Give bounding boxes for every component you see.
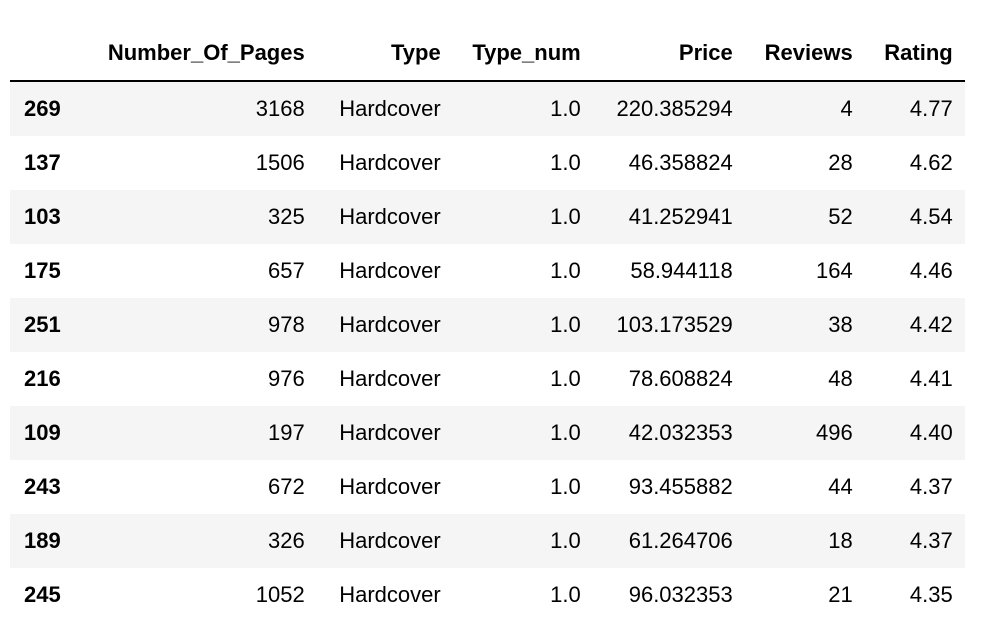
table-row: 137 1506 Hardcover 1.0 46.358824 28 4.62 bbox=[10, 136, 965, 190]
cell-reviews: 48 bbox=[828, 366, 853, 391]
cell-type: Hardcover bbox=[339, 96, 441, 121]
cell-price: 220.385294 bbox=[616, 96, 733, 121]
cell-price: 61.264706 bbox=[628, 528, 733, 553]
cell-type: Hardcover bbox=[339, 420, 441, 445]
row-index: 251 bbox=[24, 312, 61, 337]
cell-type: Hardcover bbox=[339, 528, 441, 553]
cell-number-of-pages: 325 bbox=[268, 204, 305, 229]
cell-type: Hardcover bbox=[339, 258, 441, 283]
cell-type-num: 1.0 bbox=[550, 582, 581, 607]
cell-type-num: 1.0 bbox=[550, 474, 581, 499]
cell-reviews: 52 bbox=[828, 204, 853, 229]
cell-price: 96.032353 bbox=[628, 582, 733, 607]
cell-number-of-pages: 672 bbox=[268, 474, 305, 499]
row-index: 103 bbox=[24, 204, 61, 229]
cell-rating: 4.41 bbox=[909, 366, 953, 391]
cell-reviews: 164 bbox=[816, 258, 853, 283]
cell-rating: 4.46 bbox=[909, 258, 953, 283]
row-index: 245 bbox=[24, 582, 61, 607]
cell-price: 58.944118 bbox=[630, 258, 733, 283]
row-index: 175 bbox=[24, 258, 61, 283]
cell-type-num: 1.0 bbox=[550, 420, 581, 445]
cell-number-of-pages: 197 bbox=[268, 420, 305, 445]
table-row: 216 976 Hardcover 1.0 78.608824 48 4.41 bbox=[10, 352, 965, 406]
cell-rating: 4.35 bbox=[909, 582, 953, 607]
cell-number-of-pages: 978 bbox=[268, 312, 305, 337]
cell-number-of-pages: 1506 bbox=[255, 150, 305, 175]
row-index: 243 bbox=[24, 474, 61, 499]
header-rating: Rating bbox=[864, 26, 965, 82]
cell-rating: 4.40 bbox=[909, 420, 953, 445]
cell-number-of-pages: 326 bbox=[268, 528, 305, 553]
cell-reviews: 21 bbox=[828, 582, 853, 607]
table-header: Number_Of_Pages Type Type_num Price Revi… bbox=[10, 26, 965, 82]
table-row: 251 978 Hardcover 1.0 103.173529 38 4.42 bbox=[10, 298, 965, 352]
cell-type-num: 1.0 bbox=[550, 150, 581, 175]
cell-rating: 4.54 bbox=[909, 204, 953, 229]
cell-number-of-pages: 976 bbox=[268, 366, 305, 391]
cell-reviews: 44 bbox=[828, 474, 853, 499]
dataframe-table: Number_Of_Pages Type Type_num Price Revi… bbox=[10, 26, 965, 622]
cell-reviews: 28 bbox=[828, 150, 853, 175]
cell-price: 42.032353 bbox=[628, 420, 733, 445]
cell-rating: 4.42 bbox=[909, 312, 953, 337]
row-index: 109 bbox=[24, 420, 61, 445]
cell-type: Hardcover bbox=[339, 312, 441, 337]
cell-rating: 4.77 bbox=[909, 96, 953, 121]
cell-reviews: 18 bbox=[828, 528, 853, 553]
header-price: Price bbox=[592, 26, 745, 82]
cell-price: 78.608824 bbox=[628, 366, 733, 391]
header-number-of-pages: Number_Of_Pages bbox=[72, 26, 317, 82]
cell-price: 103.173529 bbox=[616, 312, 733, 337]
row-index: 269 bbox=[24, 96, 61, 121]
table-body: 269 3168 Hardcover 1.0 220.385294 4 4.77 137 150… bbox=[10, 81, 965, 622]
header-type-num: Type_num bbox=[452, 26, 593, 82]
cell-rating: 4.37 bbox=[909, 474, 953, 499]
cell-reviews: 4 bbox=[840, 96, 853, 121]
table-row: 245 1052 Hardcover 1.0 96.032353 21 4.35 bbox=[10, 568, 965, 622]
row-index: 189 bbox=[24, 528, 61, 553]
cell-number-of-pages: 1052 bbox=[255, 582, 305, 607]
cell-type: Hardcover bbox=[339, 204, 441, 229]
cell-type: Hardcover bbox=[339, 150, 441, 175]
cell-type: Hardcover bbox=[339, 366, 441, 391]
dataframe-output: Number_Of_Pages Type Type_num Price Revi… bbox=[0, 0, 1008, 636]
cell-rating: 4.62 bbox=[909, 150, 953, 175]
header-row: Number_Of_Pages Type Type_num Price Revi… bbox=[10, 26, 965, 82]
cell-type-num: 1.0 bbox=[550, 312, 581, 337]
table-row: 243 672 Hardcover 1.0 93.455882 44 4.37 bbox=[10, 460, 965, 514]
table-row: 189 326 Hardcover 1.0 61.264706 18 4.37 bbox=[10, 514, 965, 568]
header-type: Type bbox=[316, 26, 453, 82]
cell-type-num: 1.0 bbox=[550, 204, 581, 229]
table-row: 175 657 Hardcover 1.0 58.944118 164 4.46 bbox=[10, 244, 965, 298]
cell-type-num: 1.0 bbox=[550, 96, 581, 121]
cell-type-num: 1.0 bbox=[550, 258, 581, 283]
table-row: 269 3168 Hardcover 1.0 220.385294 4 4.77 bbox=[10, 81, 965, 136]
cell-reviews: 38 bbox=[828, 312, 853, 337]
cell-price: 93.455882 bbox=[628, 474, 733, 499]
table-row: 109 197 Hardcover 1.0 42.032353 496 4.40 bbox=[10, 406, 965, 460]
cell-price: 41.252941 bbox=[628, 204, 733, 229]
row-index: 137 bbox=[24, 150, 61, 175]
cell-type: Hardcover bbox=[339, 474, 441, 499]
table-row: 103 325 Hardcover 1.0 41.252941 52 4.54 bbox=[10, 190, 965, 244]
cell-rating: 4.37 bbox=[909, 528, 953, 553]
cell-type: Hardcover bbox=[339, 582, 441, 607]
header-index bbox=[10, 26, 73, 82]
cell-price: 46.358824 bbox=[628, 150, 733, 175]
cell-type-num: 1.0 bbox=[550, 366, 581, 391]
row-index: 216 bbox=[24, 366, 61, 391]
cell-reviews: 496 bbox=[816, 420, 853, 445]
cell-number-of-pages: 3168 bbox=[255, 96, 305, 121]
cell-number-of-pages: 657 bbox=[268, 258, 305, 283]
cell-type-num: 1.0 bbox=[550, 528, 581, 553]
header-reviews: Reviews bbox=[744, 26, 865, 82]
